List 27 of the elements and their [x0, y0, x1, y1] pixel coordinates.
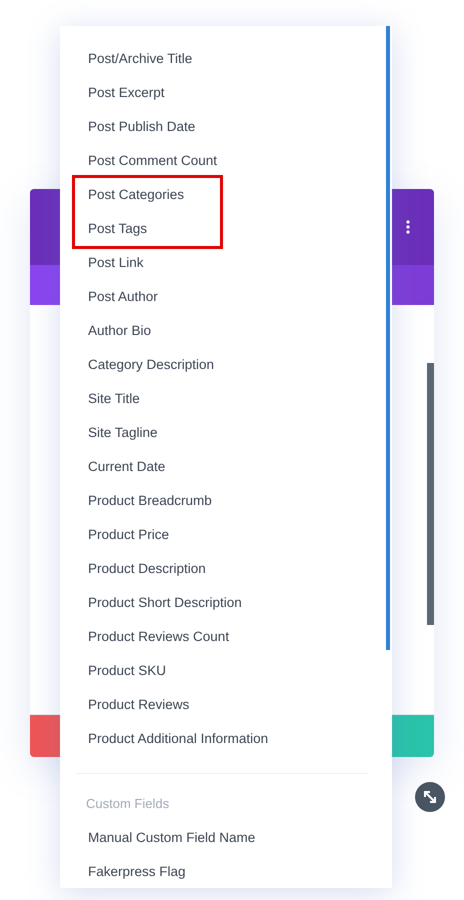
dropdown-option[interactable]: Manual Custom Field Name [60, 821, 392, 855]
dropdown-option[interactable]: Product Short Description [60, 586, 392, 620]
dropdown-option[interactable]: Fakerpress Flag [60, 855, 392, 888]
dropdown-option[interactable]: Site Tagline [60, 416, 392, 450]
dropdown-option[interactable]: Product Reviews [60, 688, 392, 722]
dropdown-option[interactable]: Product SKU [60, 654, 392, 688]
dropdown-option[interactable]: Product Price [60, 518, 392, 552]
dropdown-option[interactable]: Post Link [60, 246, 392, 280]
dropdown-option[interactable]: Post Author [60, 280, 392, 314]
dropdown-option[interactable]: Post Tags [75, 212, 220, 246]
dropdown-option[interactable]: Post/Archive Title [60, 42, 392, 76]
more-icon[interactable] [406, 220, 410, 234]
dropdown-option[interactable]: Category Description [60, 348, 392, 382]
section-heading: Custom Fields [85, 795, 170, 813]
dropdown-option[interactable]: Post Categories [75, 178, 220, 212]
dropdown-option[interactable]: Product Breadcrumb [60, 484, 392, 518]
dropdown-option[interactable]: Post Comment Count [60, 144, 392, 178]
dropdown-option[interactable]: Site Title [60, 382, 392, 416]
resize-icon [422, 789, 438, 805]
dropdown-option[interactable]: Author Bio [60, 314, 392, 348]
dropdown-option[interactable]: Product Description [60, 552, 392, 586]
dropdown-option[interactable]: Product Reviews Count [60, 620, 392, 654]
dropdown-option[interactable]: Post Publish Date [60, 110, 392, 144]
dropdown-option[interactable]: Current Date [60, 450, 392, 484]
dropdown-option[interactable]: Product Additional Information [60, 722, 392, 756]
resize-handle[interactable] [415, 782, 445, 812]
dropdown-option[interactable]: Post Excerpt [60, 76, 392, 110]
